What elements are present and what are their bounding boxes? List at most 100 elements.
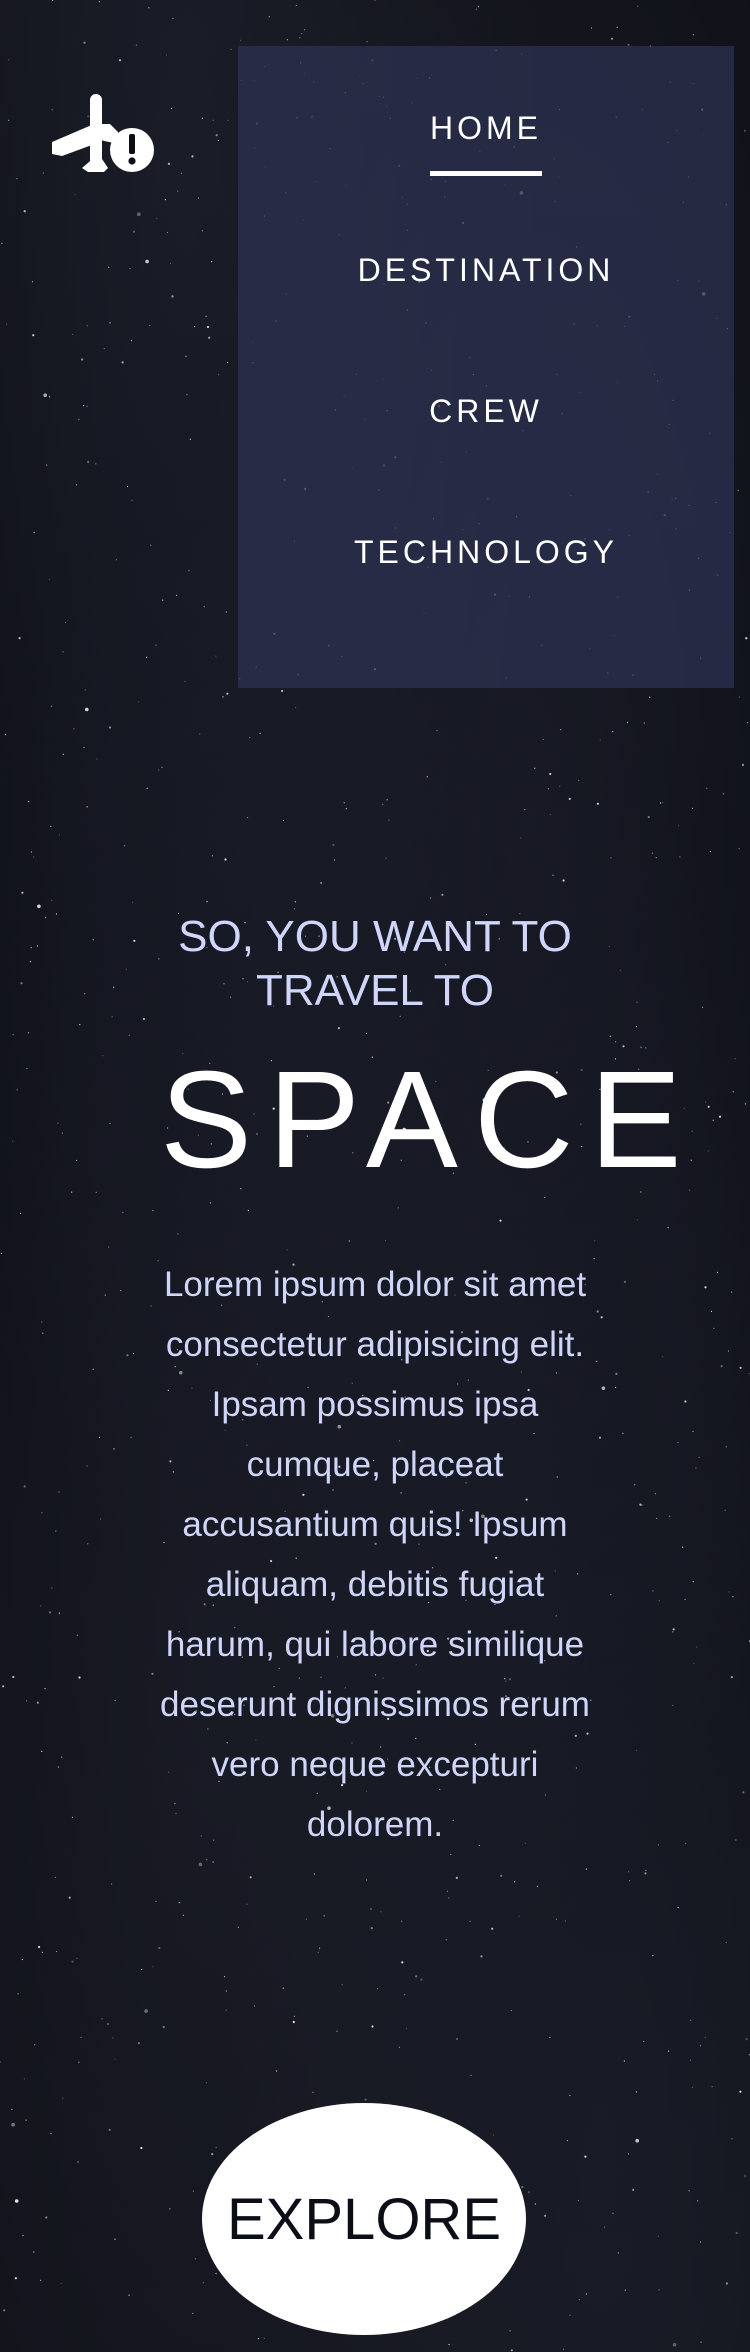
star bbox=[626, 721, 629, 723]
star bbox=[585, 1868, 588, 1870]
star bbox=[46, 464, 48, 466]
star bbox=[86, 325, 88, 327]
nav-item-technology[interactable]: TECHNOLOGY bbox=[238, 534, 734, 595]
star bbox=[448, 2343, 450, 2346]
star bbox=[225, 611, 227, 613]
star bbox=[162, 2025, 165, 2029]
star bbox=[385, 857, 387, 859]
star bbox=[436, 730, 438, 732]
star bbox=[720, 1365, 723, 1368]
star bbox=[21, 1958, 23, 1961]
star bbox=[122, 1211, 124, 1213]
star bbox=[549, 2036, 551, 2038]
star bbox=[36, 945, 39, 947]
star bbox=[320, 881, 323, 885]
star bbox=[162, 599, 164, 601]
star bbox=[658, 2289, 660, 2291]
star bbox=[616, 26, 618, 28]
star bbox=[240, 39, 242, 42]
star bbox=[317, 1951, 319, 1953]
star bbox=[415, 1975, 418, 1978]
star bbox=[652, 1590, 654, 1592]
star bbox=[426, 776, 428, 778]
star bbox=[222, 696, 224, 698]
star bbox=[184, 680, 186, 682]
star bbox=[158, 1946, 161, 1950]
star bbox=[84, 689, 86, 691]
star bbox=[218, 374, 220, 376]
hero-description: Lorem ipsum dolor sit amet consectetur a… bbox=[160, 1265, 590, 1844]
star bbox=[569, 2094, 571, 2097]
star bbox=[25, 2119, 27, 2121]
star bbox=[731, 1291, 733, 1293]
star bbox=[189, 438, 191, 440]
star bbox=[124, 845, 126, 847]
star bbox=[95, 463, 97, 465]
star bbox=[712, 1119, 714, 1121]
star bbox=[728, 1591, 730, 1593]
star bbox=[698, 1456, 700, 1458]
star bbox=[64, 621, 67, 624]
star bbox=[26, 1700, 28, 1702]
explore-button[interactable]: EXPLORE bbox=[202, 2103, 526, 2335]
star bbox=[29, 961, 31, 963]
star bbox=[164, 199, 166, 201]
star bbox=[135, 44, 137, 46]
nav-item-destination[interactable]: DESTINATION bbox=[238, 252, 734, 313]
star bbox=[85, 707, 89, 712]
nav-item-crew[interactable]: CREW bbox=[238, 393, 734, 454]
star bbox=[534, 2203, 536, 2205]
star bbox=[643, 2040, 645, 2043]
star bbox=[137, 2042, 140, 2045]
star bbox=[348, 1240, 350, 1242]
star bbox=[716, 1271, 719, 1273]
star bbox=[149, 324, 151, 327]
star bbox=[41, 1512, 43, 1514]
star bbox=[725, 1446, 727, 1448]
star bbox=[401, 1961, 404, 1964]
star bbox=[647, 815, 650, 819]
star bbox=[208, 336, 211, 339]
star bbox=[661, 1356, 664, 1358]
star bbox=[636, 1001, 638, 1003]
nav-item-home[interactable]: HOME bbox=[238, 110, 734, 176]
star bbox=[632, 2188, 635, 2191]
star bbox=[199, 733, 201, 735]
star bbox=[128, 2294, 130, 2296]
star bbox=[226, 692, 229, 695]
star bbox=[639, 1503, 642, 1506]
star bbox=[672, 1628, 675, 1631]
star bbox=[713, 1327, 715, 1329]
star bbox=[31, 281, 34, 283]
star bbox=[125, 968, 127, 970]
star bbox=[33, 2251, 35, 2253]
star bbox=[696, 1646, 698, 1648]
star bbox=[103, 347, 105, 350]
star bbox=[95, 1191, 97, 1193]
star bbox=[684, 1598, 686, 1601]
star bbox=[672, 1631, 674, 1633]
star bbox=[470, 2074, 472, 2076]
star bbox=[477, 6, 480, 8]
star bbox=[201, 230, 204, 232]
star bbox=[282, 819, 285, 822]
star bbox=[111, 1883, 113, 1885]
star bbox=[51, 899, 53, 902]
star bbox=[202, 2282, 204, 2284]
star bbox=[744, 130, 746, 132]
star bbox=[54, 1876, 57, 1878]
star bbox=[584, 2155, 587, 2158]
star bbox=[577, 2200, 580, 2202]
logo[interactable] bbox=[48, 88, 158, 178]
star bbox=[211, 2153, 214, 2156]
star bbox=[627, 2153, 630, 2155]
star bbox=[655, 857, 657, 859]
star bbox=[707, 1105, 710, 1108]
star bbox=[16, 178, 18, 180]
star bbox=[45, 2216, 48, 2219]
star bbox=[112, 2037, 114, 2039]
nav-item-technology-label: TECHNOLOGY bbox=[353, 534, 619, 570]
hero-tagline: SO, YOU WANT TO TRAVEL TO bbox=[178, 912, 572, 1015]
star bbox=[689, 2019, 692, 2021]
star bbox=[282, 1987, 284, 1989]
